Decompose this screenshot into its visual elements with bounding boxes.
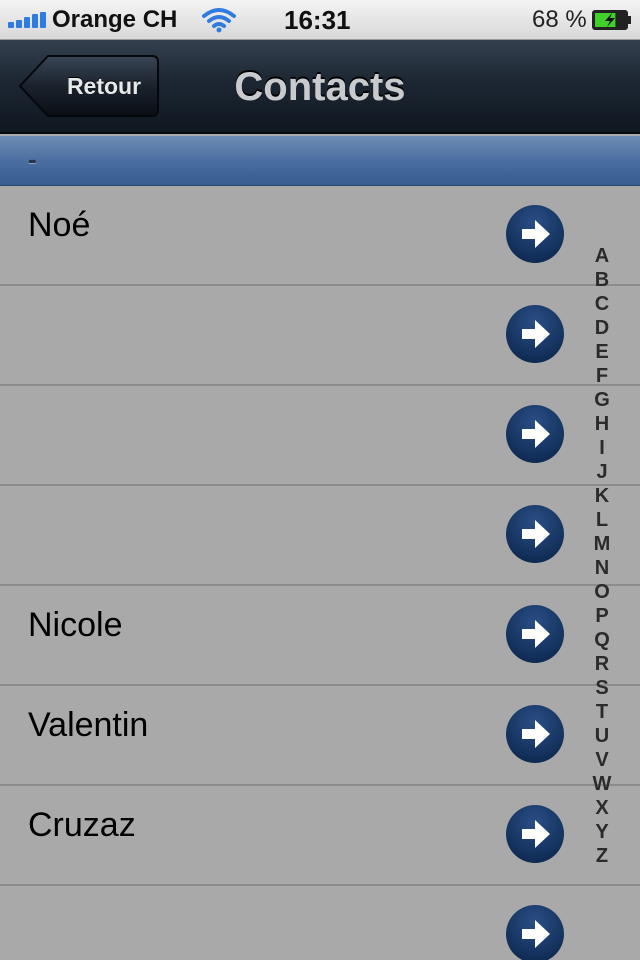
disclosure-arrow-icon[interactable]	[505, 904, 565, 960]
section-header-label: -	[28, 144, 37, 174]
index-letter-c[interactable]: C	[595, 292, 609, 316]
section-header: -	[0, 136, 640, 186]
index-letter-d[interactable]: D	[595, 316, 609, 340]
contact-list: Noé Nicole Valentin Cruzaz	[0, 186, 640, 960]
battery-percent: 68 %	[532, 6, 587, 33]
back-button-label: Retour	[66, 73, 142, 99]
index-letter-u[interactable]: U	[595, 724, 609, 748]
index-letter-z[interactable]: Z	[596, 844, 608, 868]
disclosure-arrow-icon[interactable]	[505, 204, 565, 264]
index-letter-x[interactable]: X	[595, 796, 608, 820]
battery-charging-icon	[592, 10, 632, 30]
index-letter-y[interactable]: Y	[595, 820, 608, 844]
index-letter-n[interactable]: N	[595, 556, 609, 580]
navigation-bar: Contacts Retour	[0, 40, 640, 134]
index-letter-t[interactable]: T	[596, 700, 608, 724]
contact-name: Noé	[28, 206, 91, 244]
index-letter-q[interactable]: Q	[594, 628, 610, 652]
index-letter-k[interactable]: K	[595, 484, 609, 508]
index-letter-g[interactable]: G	[594, 388, 610, 412]
index-letter-w[interactable]: W	[593, 772, 612, 796]
list-item[interactable]: Valentin	[0, 686, 640, 786]
contact-name: Valentin	[28, 706, 149, 744]
index-letter-v[interactable]: V	[595, 748, 608, 772]
index-letter-h[interactable]: H	[595, 412, 609, 436]
alphabet-index[interactable]: ABCDEFGHIJKLMNOPQRSTUVWXYZ	[588, 244, 616, 868]
index-letter-b[interactable]: B	[595, 268, 609, 292]
wifi-icon	[202, 6, 236, 34]
index-letter-l[interactable]: L	[596, 508, 608, 532]
back-button[interactable]: Retour	[18, 54, 160, 118]
index-letter-o[interactable]: O	[594, 580, 610, 604]
contact-name: Cruzaz	[28, 806, 136, 844]
index-letter-m[interactable]: M	[594, 532, 611, 556]
disclosure-arrow-icon[interactable]	[505, 504, 565, 564]
clock: 16:31	[284, 5, 351, 35]
disclosure-arrow-icon[interactable]	[505, 704, 565, 764]
disclosure-arrow-icon[interactable]	[505, 304, 565, 364]
contact-name: Nicole	[28, 606, 123, 644]
status-bar: Orange CH 16:31 68 %	[0, 0, 640, 40]
list-item[interactable]	[0, 486, 640, 586]
list-item[interactable]	[0, 886, 640, 960]
list-item[interactable]: Cruzaz	[0, 786, 640, 886]
index-letter-e[interactable]: E	[595, 340, 608, 364]
list-item[interactable]	[0, 286, 640, 386]
signal-bars-icon	[8, 12, 48, 28]
disclosure-arrow-icon[interactable]	[505, 604, 565, 664]
disclosure-arrow-icon[interactable]	[505, 404, 565, 464]
list-item[interactable]	[0, 386, 640, 486]
list-item[interactable]: Noé	[0, 186, 640, 286]
index-letter-s[interactable]: S	[595, 676, 608, 700]
index-letter-r[interactable]: R	[595, 652, 609, 676]
list-item[interactable]: Nicole	[0, 586, 640, 686]
index-letter-a[interactable]: A	[595, 244, 609, 268]
index-letter-p[interactable]: P	[595, 604, 608, 628]
index-letter-f[interactable]: F	[596, 364, 608, 388]
carrier-name: Orange CH	[52, 6, 178, 33]
index-letter-i[interactable]: I	[599, 436, 605, 460]
index-letter-j[interactable]: J	[596, 460, 607, 484]
disclosure-arrow-icon[interactable]	[505, 804, 565, 864]
